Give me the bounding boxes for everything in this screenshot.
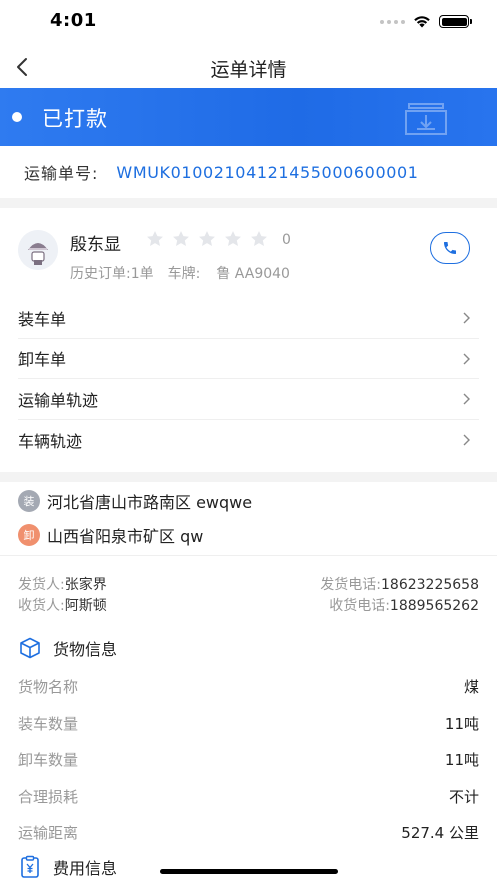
sender-label: 发货人: (18, 577, 65, 593)
goods-row: 卸车数量 11吨 (0, 741, 497, 778)
goods-label: 合理损耗 (18, 787, 79, 806)
divider (0, 555, 497, 556)
rating-stars (145, 229, 269, 249)
goods-value: 煤 (463, 678, 479, 696)
receiver-row: 收货人:阿斯顿 收货电话:1889565262 (0, 595, 497, 616)
package-icon (20, 637, 40, 659)
goods-row: 合理损耗 不计 (0, 778, 497, 815)
goods-label: 卸车数量 (18, 751, 79, 769)
call-driver-button[interactable] (430, 232, 470, 264)
driver-card: 殷东显 0 历史订单:1单 车牌: 鲁 AA9040 (0, 220, 497, 300)
load-address: 河北省唐山市路南区 ewqwe (47, 493, 253, 512)
menu-item-label: 卸车单 (18, 350, 67, 370)
sender-phone: 发货电话:18623225658 (320, 574, 479, 594)
chevron-right-icon (463, 312, 470, 324)
section-divider (0, 198, 497, 208)
menu-item-unloading-sheet[interactable]: 卸车单 (18, 339, 479, 379)
receiver-phone-label: 收货电话: (329, 598, 390, 614)
status-time: 4:01 (50, 10, 97, 31)
star-icon (173, 231, 189, 246)
wifi-icon (414, 16, 430, 28)
load-badge: 装 (18, 490, 40, 512)
fee-document-icon (21, 855, 39, 878)
unload-badge: 卸 (18, 524, 40, 546)
sender-phone-value: 18623225658 (381, 577, 479, 593)
nav-bar: 运单详情 (0, 44, 497, 90)
menu-item-waybill-track[interactable]: 运输单轨迹 (18, 379, 479, 420)
cellular-signal-icon (380, 19, 405, 24)
chevron-right-icon (463, 434, 470, 445)
unload-address-row: 卸 山西省阳泉市矿区 qw (0, 518, 497, 552)
goods-row: 货物名称 煤 (0, 668, 497, 705)
receiver-phone: 收货电话:1889565262 (329, 595, 479, 615)
goods-value: 不计 (448, 787, 479, 806)
driver-avatar-icon (18, 230, 58, 270)
waybill-number-value: WMUK01002104121455000600001 (116, 162, 419, 182)
goods-label: 货物名称 (18, 678, 79, 696)
history-orders: 历史订单:1单 (70, 266, 154, 282)
payment-tray-icon (405, 103, 447, 135)
plate-number: 鲁 AA9040 (216, 266, 290, 282)
goods-label: 运输距离 (18, 824, 79, 842)
menu-item-label: 运输单轨迹 (18, 390, 99, 410)
page-title: 运单详情 (210, 59, 287, 81)
menu-item-label: 车辆轨迹 (18, 431, 83, 451)
status-dot (12, 112, 22, 122)
goods-section-header: 货物信息 (0, 634, 497, 662)
status-bar: 4:01 (0, 0, 497, 44)
goods-row: 运输距离 527.4 公里 (0, 814, 497, 851)
goods-value: 527.4 公里 (401, 824, 479, 842)
menu-item-label: 装车单 (18, 309, 67, 329)
star-icon (225, 231, 241, 246)
document-menu-list: 装车单 卸车单 运输单轨迹 车辆轨迹 (0, 298, 497, 460)
goods-value: 11吨 (444, 714, 479, 733)
waybill-number-label: 运输单号: (24, 164, 99, 183)
driver-avatar (18, 230, 58, 270)
waybill-number-row: 运输单号: WMUK01002104121455000600001 (0, 146, 497, 198)
fee-section-header: 费用信息 (0, 853, 497, 881)
sender-phone-label: 发货电话: (320, 577, 382, 593)
receiver-label: 收货人: (18, 598, 65, 614)
contacts: 发货人:张家界 发货电话:18623225658 收货人:阿斯顿 收货电话:18… (0, 574, 497, 616)
section-divider (0, 472, 497, 482)
battery-icon (439, 15, 472, 28)
chevron-right-icon (463, 353, 470, 364)
receiver-phone-value: 1889565262 (389, 598, 479, 614)
unload-address: 山西省阳泉市矿区 qw (47, 527, 204, 546)
star-icon (199, 231, 215, 246)
status-icons (380, 15, 472, 28)
receiver-name: 阿斯顿 (64, 598, 107, 614)
waybill-detail-page: 4:01 运单详情 已打款 运输单号: WMUK0100210412145500… (0, 0, 497, 883)
star-icon (251, 231, 267, 246)
star-icon (147, 231, 163, 246)
goods-info: 货物名称 煤 装车数量 11吨 卸车数量 11吨 合理损耗 不计 运输距离 52… (0, 668, 497, 851)
rating-score: 0 (282, 232, 291, 248)
goods-value: 11吨 (444, 751, 479, 769)
receiver: 收货人:阿斯顿 (18, 595, 107, 615)
load-address-row: 装 河北省唐山市路南区 ewqwe (0, 484, 497, 518)
menu-item-loading-sheet[interactable]: 装车单 (18, 298, 479, 339)
home-indicator[interactable] (160, 869, 338, 874)
status-text: 已打款 (42, 107, 108, 131)
chevron-right-icon (463, 393, 470, 405)
fee-section-title: 费用信息 (53, 859, 118, 878)
sender-name: 张家界 (64, 577, 107, 593)
sender-row: 发货人:张家界 发货电话:18623225658 (0, 574, 497, 595)
driver-name: 殷东显 (70, 235, 121, 255)
driver-meta: 历史订单:1单 车牌: 鲁 AA9040 (70, 263, 290, 283)
plate-label: 车牌: (167, 266, 201, 282)
status-banner: 已打款 (0, 88, 497, 146)
phone-icon (444, 242, 456, 254)
route-addresses: 装 河北省唐山市路南区 ewqwe 卸 山西省阳泉市矿区 qw (0, 484, 497, 552)
goods-label: 装车数量 (18, 714, 79, 733)
goods-section-title: 货物信息 (53, 640, 118, 659)
menu-item-vehicle-track[interactable]: 车辆轨迹 (18, 420, 479, 461)
sender: 发货人:张家界 (18, 574, 107, 594)
goods-row: 装车数量 11吨 (0, 705, 497, 742)
